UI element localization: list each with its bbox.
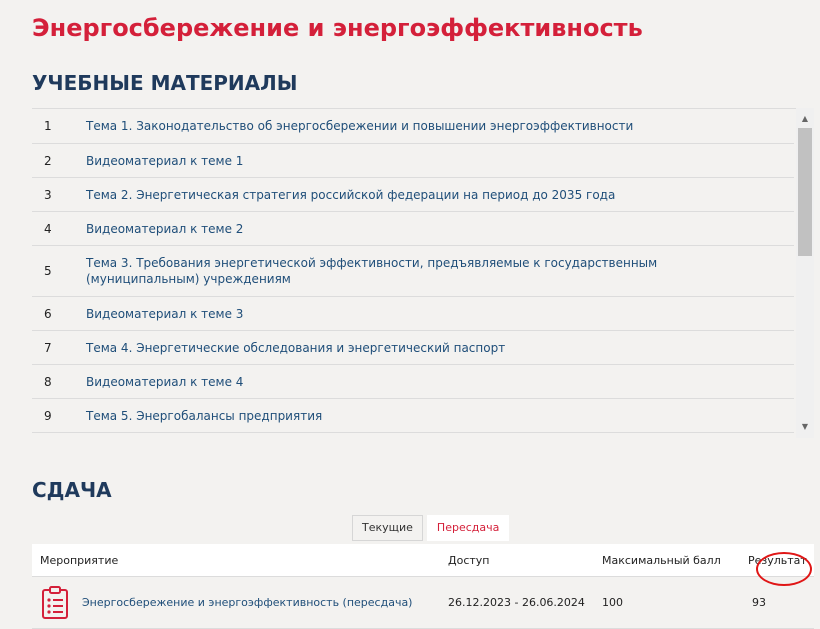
- materials-list-container: 1 Тема 1. Законодательство об энергосбер…: [32, 108, 814, 438]
- materials-section-title: УЧЕБНЫЕ МАТЕРИАЛЫ: [32, 71, 298, 95]
- material-row: 5 Тема 3. Требования энергетической эффе…: [32, 246, 794, 297]
- result-highlight-circle: [756, 552, 812, 586]
- material-link[interactable]: Видеоматериал к теме 1: [86, 153, 794, 169]
- material-link[interactable]: Видеоматериал к теме 3: [86, 306, 794, 322]
- submission-tabs: Текущие Пересдача: [352, 515, 510, 541]
- material-number: 2: [44, 153, 52, 168]
- material-row: 9 Тема 5. Энергобалансы предприятия: [32, 399, 794, 433]
- material-link[interactable]: Тема 3. Требования энергетической эффект…: [86, 255, 794, 287]
- scroll-up-arrow-icon[interactable]: ▲: [796, 112, 814, 126]
- material-link[interactable]: Тема 1. Законодательство об энергосбереж…: [86, 118, 794, 134]
- material-number: 7: [44, 340, 52, 355]
- material-row: 1 Тема 1. Законодательство об энергосбер…: [32, 109, 794, 144]
- materials-list: 1 Тема 1. Законодательство об энергосбер…: [32, 109, 794, 433]
- max-score-cell: 100: [602, 596, 623, 609]
- material-number: 6: [44, 306, 52, 321]
- material-number: 8: [44, 374, 52, 389]
- event-cell: Энергосбережение и энергоэффективность (…: [32, 585, 448, 620]
- column-header-access: Доступ: [448, 553, 490, 567]
- submission-section-title: СДАЧА: [32, 478, 112, 502]
- scroll-down-arrow-icon[interactable]: ▼: [796, 420, 814, 434]
- material-row: 6 Видеоматериал к теме 3: [32, 297, 794, 331]
- column-header-event: Мероприятие: [40, 553, 119, 567]
- material-number: 4: [44, 221, 52, 236]
- result-score: 93: [752, 596, 766, 609]
- materials-scrollbar[interactable]: ▲ ▼: [796, 108, 814, 438]
- tab-retake[interactable]: Пересдача: [426, 515, 510, 541]
- scrollbar-thumb[interactable]: [798, 128, 812, 256]
- material-link[interactable]: Тема 4. Энергетические обследования и эн…: [86, 340, 794, 356]
- clipboard-icon: [42, 585, 68, 619]
- table-row: Энергосбережение и энергоэффективность (…: [32, 577, 814, 629]
- page-title: Энергосбережение и энергоэффективность: [32, 14, 643, 42]
- result-cell: 93: [748, 596, 814, 609]
- results-table-header: Мероприятие Доступ Максимальный балл Рез…: [32, 544, 814, 577]
- access-cell: 26.12.2023 - 26.06.2024: [448, 596, 585, 609]
- results-table: Мероприятие Доступ Максимальный балл Рез…: [32, 544, 814, 629]
- material-row: 3 Тема 2. Энергетическая стратегия росси…: [32, 178, 794, 212]
- material-number: 9: [44, 408, 52, 423]
- material-number: 5: [44, 264, 52, 278]
- material-row: 2 Видеоматериал к теме 1: [32, 144, 794, 178]
- material-number: 1: [44, 119, 52, 133]
- material-row: 4 Видеоматериал к теме 2: [32, 212, 794, 246]
- material-link[interactable]: Тема 5. Энергобалансы предприятия: [86, 408, 794, 424]
- event-link[interactable]: Энергосбережение и энергоэффективность (…: [82, 596, 412, 609]
- tab-current[interactable]: Текущие: [352, 515, 423, 541]
- material-row: 8 Видеоматериал к теме 4: [32, 365, 794, 399]
- material-number: 3: [44, 187, 52, 202]
- column-header-max-score: Максимальный балл: [602, 553, 721, 567]
- material-link[interactable]: Тема 2. Энергетическая стратегия российс…: [86, 187, 794, 203]
- material-row: 7 Тема 4. Энергетические обследования и …: [32, 331, 794, 365]
- material-link[interactable]: Видеоматериал к теме 2: [86, 221, 794, 237]
- material-link[interactable]: Видеоматериал к теме 4: [86, 374, 794, 390]
